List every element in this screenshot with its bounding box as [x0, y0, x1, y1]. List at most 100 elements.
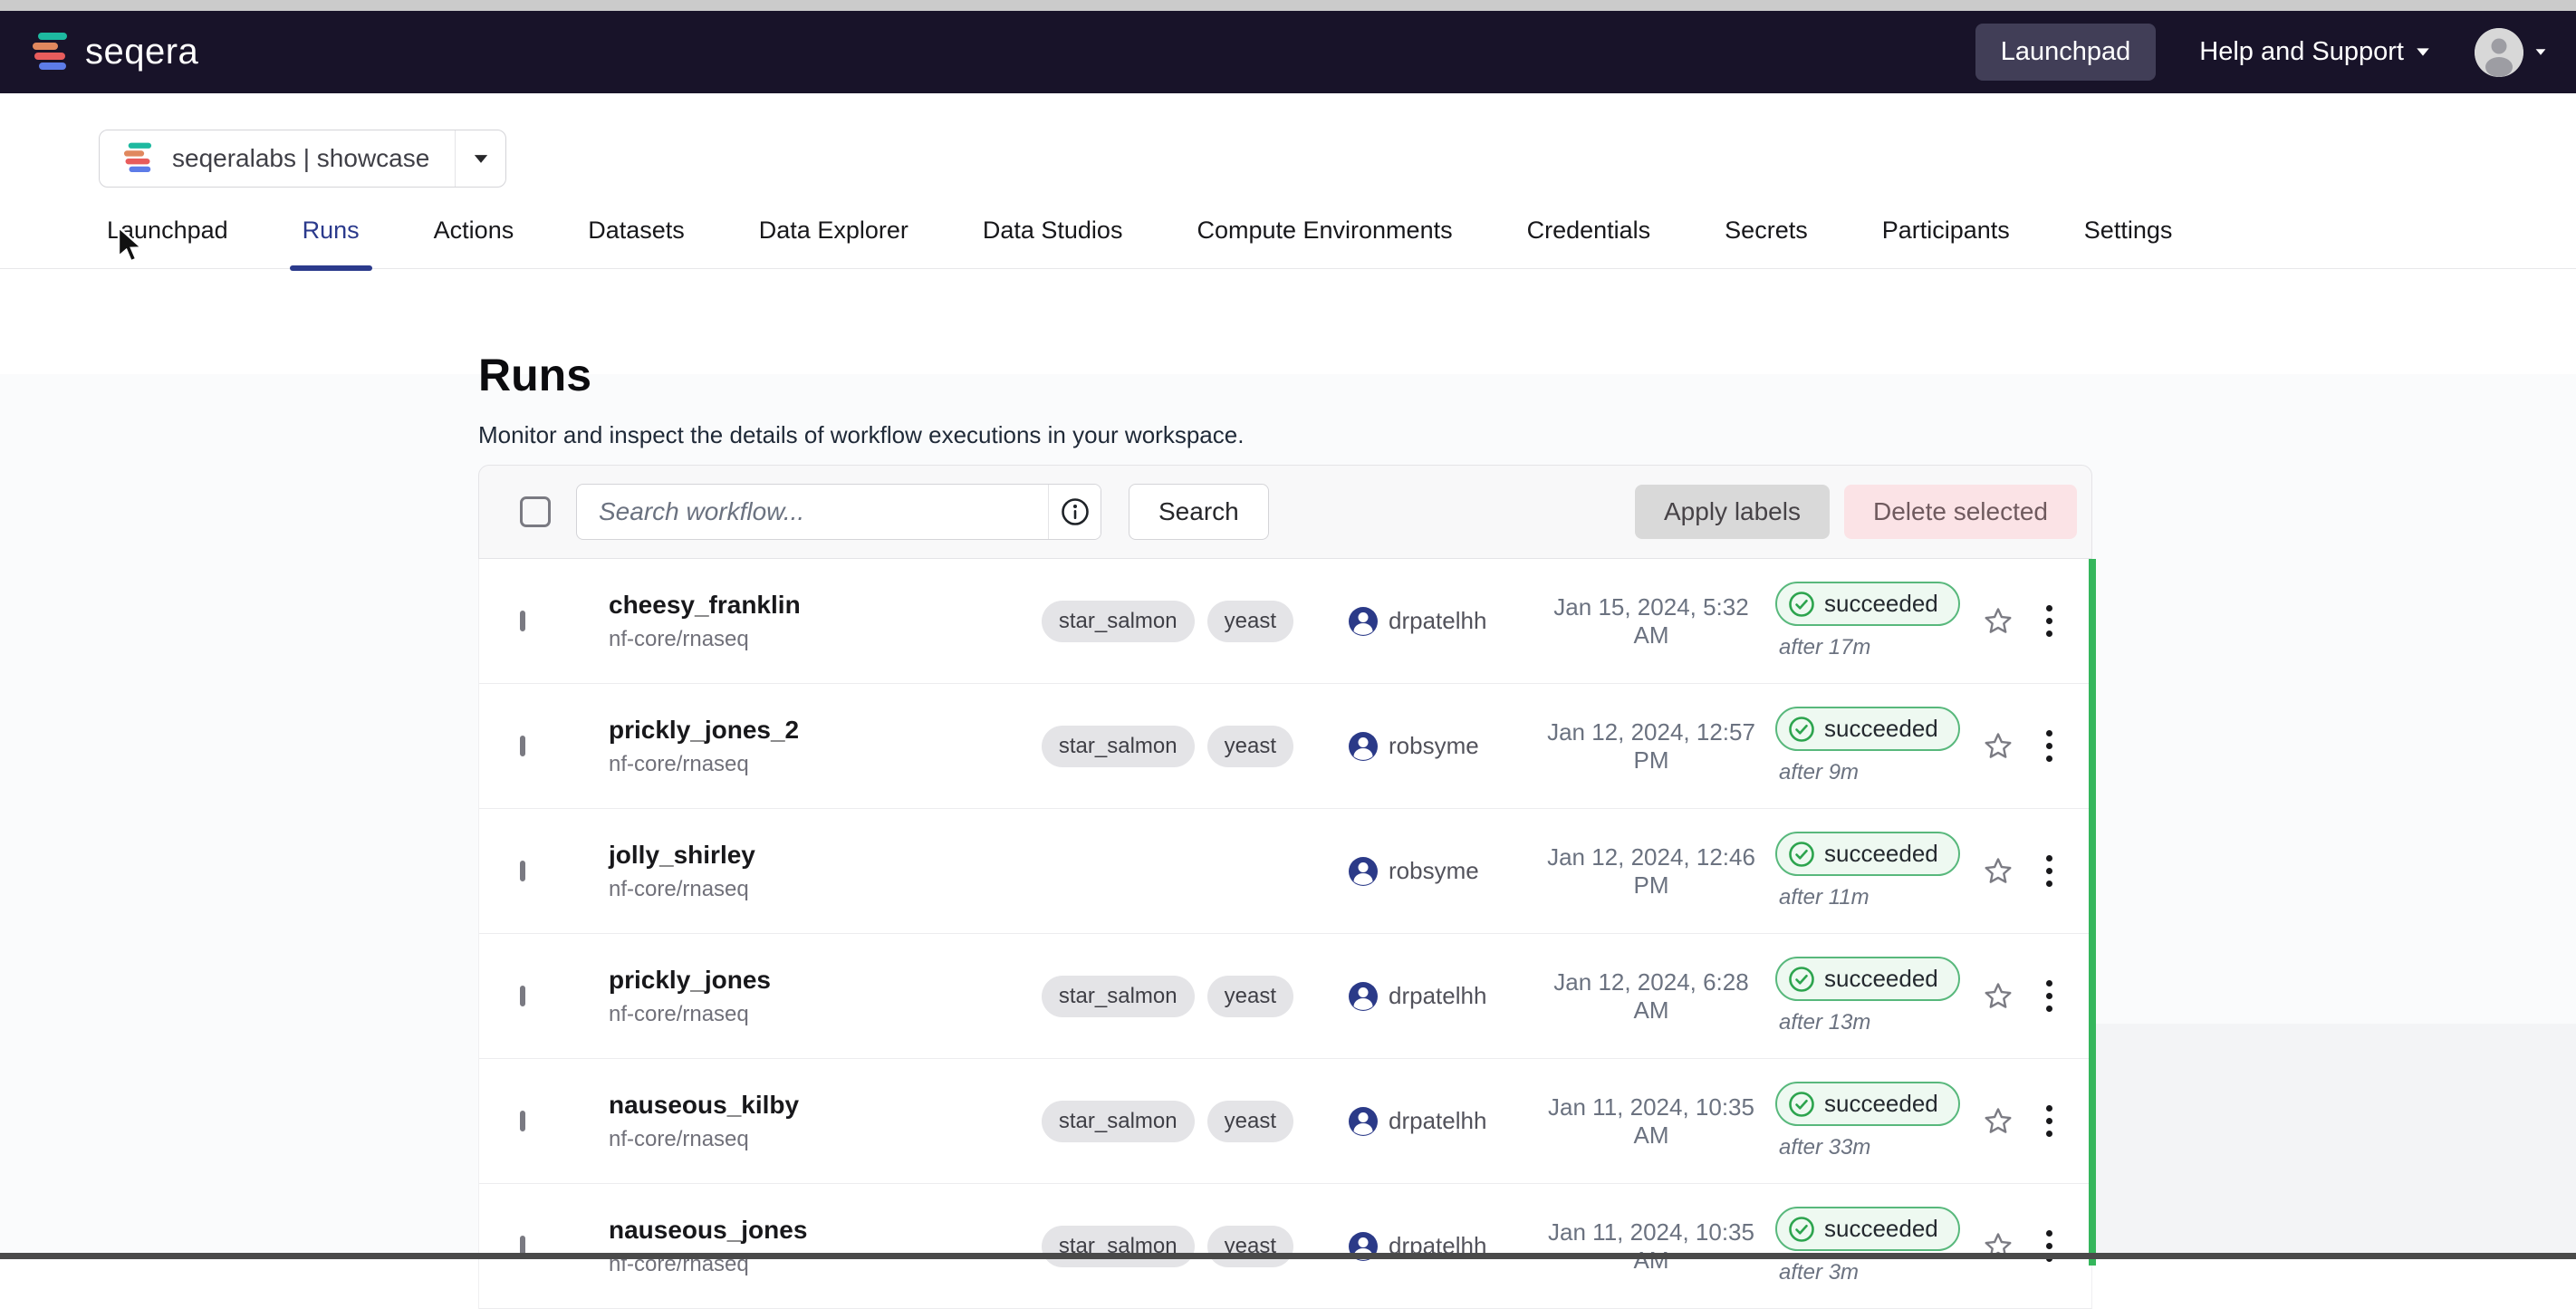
check-circle-icon: [1788, 1216, 1815, 1243]
apply-labels-button[interactable]: Apply labels: [1635, 485, 1830, 539]
status-badge: succeeded: [1775, 707, 1960, 751]
top-navbar: seqera Launchpad Help and Support: [0, 11, 2576, 93]
user-avatar-menu[interactable]: [2475, 28, 2549, 77]
kebab-menu-icon[interactable]: [2041, 975, 2058, 1017]
kebab-menu-icon[interactable]: [2041, 850, 2058, 892]
run-labels: star_salmon yeast: [1042, 726, 1293, 767]
star-outline-icon[interactable]: [1981, 854, 2015, 889]
run-pipeline: nf-core/rnaseq: [609, 1127, 1042, 1152]
caret-down-icon: [2417, 48, 2429, 55]
row-checkbox[interactable]: [520, 1111, 525, 1131]
user-circle-icon: [1348, 731, 1379, 762]
tab-data-studios[interactable]: Data Studios: [970, 217, 1136, 268]
run-name[interactable]: nauseous_kilby: [609, 1091, 1042, 1120]
check-circle-icon: [1788, 1091, 1815, 1118]
workspace-header: seqeralabs | showcase LaunchpadRunsActio…: [0, 93, 2576, 269]
seqera-logo-icon: [27, 31, 72, 74]
row-checkbox[interactable]: [520, 611, 525, 631]
kebab-menu-icon[interactable]: [2041, 725, 2058, 767]
status-label: succeeded: [1824, 965, 1938, 993]
run-name[interactable]: nauseous_jones: [609, 1216, 1042, 1245]
run-duration: after 11m: [1775, 885, 1870, 910]
run-row[interactable]: prickly_jones nf-core/rnaseq star_salmon…: [479, 934, 2091, 1059]
tab-participants[interactable]: Participants: [1870, 217, 2023, 268]
runs-table: cheesy_franklin nf-core/rnaseq star_salm…: [478, 559, 2092, 1309]
label-pill: star_salmon: [1042, 601, 1195, 642]
help-and-support-label: Help and Support: [2199, 37, 2404, 67]
status-badge: succeeded: [1775, 957, 1960, 1001]
run-pipeline: nf-core/rnaseq: [609, 752, 1042, 777]
status-label: succeeded: [1824, 590, 1938, 618]
run-pipeline: nf-core/rnaseq: [609, 627, 1042, 652]
tab-compute-environments[interactable]: Compute Environments: [1184, 217, 1465, 268]
launchpad-button[interactable]: Launchpad: [1975, 24, 2157, 81]
kebab-menu-icon[interactable]: [2041, 1100, 2058, 1142]
kebab-menu-icon[interactable]: [2041, 1225, 2058, 1267]
tab-secrets[interactable]: Secrets: [1712, 217, 1821, 268]
caret-down-icon: [2536, 49, 2546, 55]
run-name[interactable]: prickly_jones_2: [609, 716, 1042, 745]
check-circle-icon: [1788, 716, 1815, 743]
tab-runs[interactable]: Runs: [290, 217, 372, 268]
user-circle-icon: [1348, 606, 1379, 637]
select-all-checkbox[interactable]: [520, 496, 551, 527]
mouse-cursor: [115, 226, 151, 265]
run-row[interactable]: prickly_jones_2 nf-core/rnaseq star_salm…: [479, 684, 2091, 809]
run-labels: star_salmon yeast: [1042, 601, 1293, 642]
status-label: succeeded: [1824, 715, 1938, 743]
run-row[interactable]: cheesy_franklin nf-core/rnaseq star_salm…: [479, 559, 2091, 684]
run-row[interactable]: nauseous_jones nf-core/rnaseq star_salmo…: [479, 1184, 2091, 1309]
run-date: Jan 11, 2024, 10:35 AM: [1538, 1218, 1764, 1275]
run-name[interactable]: cheesy_franklin: [609, 591, 1042, 620]
label-pill: yeast: [1207, 601, 1293, 642]
run-duration: after 3m: [1775, 1260, 1859, 1285]
row-checkbox[interactable]: [520, 861, 525, 881]
row-checkbox[interactable]: [520, 986, 525, 1006]
check-circle-icon: [1788, 591, 1815, 618]
run-date: Jan 12, 2024, 12:57 PM: [1538, 718, 1764, 775]
run-name[interactable]: prickly_jones: [609, 966, 1042, 995]
row-checkbox[interactable]: [520, 736, 525, 756]
star-outline-icon[interactable]: [1981, 604, 2015, 639]
star-outline-icon[interactable]: [1981, 1104, 2015, 1139]
run-row[interactable]: nauseous_kilby nf-core/rnaseq star_salmo…: [479, 1059, 2091, 1184]
tab-data-explorer[interactable]: Data Explorer: [746, 217, 921, 268]
tab-credentials[interactable]: Credentials: [1514, 217, 1664, 268]
seqera-brand[interactable]: seqera: [27, 31, 198, 74]
status-badge: succeeded: [1775, 582, 1960, 626]
star-outline-icon[interactable]: [1981, 979, 2015, 1014]
status-label: succeeded: [1824, 1090, 1938, 1118]
run-date: Jan 12, 2024, 12:46 PM: [1538, 843, 1764, 900]
status-badge: succeeded: [1775, 832, 1960, 876]
tab-actions[interactable]: Actions: [421, 217, 527, 268]
scrollbar-indicator[interactable]: [2089, 559, 2096, 1266]
label-pill: star_salmon: [1042, 726, 1195, 767]
caret-down-icon[interactable]: [455, 130, 505, 187]
run-user: drpatelhh: [1389, 1107, 1486, 1135]
tab-settings[interactable]: Settings: [2071, 217, 2186, 268]
page-content: Runs Monitor and inspect the details of …: [0, 374, 2576, 1259]
help-and-support-menu[interactable]: Help and Support: [2199, 37, 2431, 67]
run-name[interactable]: jolly_shirley: [609, 841, 1049, 870]
window-bottom-edge: [0, 1253, 2576, 1259]
workspace-selector[interactable]: seqeralabs | showcase: [99, 130, 506, 188]
label-pill: yeast: [1207, 726, 1293, 767]
run-labels: star_salmonyeast: [1042, 1226, 1293, 1267]
run-labels: star_salmonyeast: [1042, 1101, 1293, 1142]
run-row[interactable]: jolly_shirley nf-core/rnaseq robsyme Jan…: [479, 809, 2091, 934]
star-outline-icon[interactable]: [1981, 729, 2015, 764]
search-input[interactable]: [577, 485, 1048, 539]
kebab-menu-icon[interactable]: [2041, 600, 2058, 642]
run-pipeline: nf-core/rnaseq: [609, 1002, 1042, 1027]
delete-selected-button[interactable]: Delete selected: [1844, 485, 2077, 539]
label-pill: yeast: [1207, 976, 1293, 1017]
user-circle-icon: [1348, 1106, 1379, 1137]
workspace-tabs: LaunchpadRunsActionsDatasetsData Explore…: [0, 217, 2576, 269]
info-circle-icon[interactable]: [1048, 485, 1101, 539]
run-date: Jan 12, 2024, 6:28 AM: [1538, 968, 1764, 1025]
status-label: succeeded: [1824, 1215, 1938, 1243]
tab-datasets[interactable]: Datasets: [575, 217, 697, 268]
search-button[interactable]: Search: [1129, 484, 1269, 540]
status-badge: succeeded: [1775, 1082, 1960, 1126]
check-circle-icon: [1788, 841, 1815, 868]
